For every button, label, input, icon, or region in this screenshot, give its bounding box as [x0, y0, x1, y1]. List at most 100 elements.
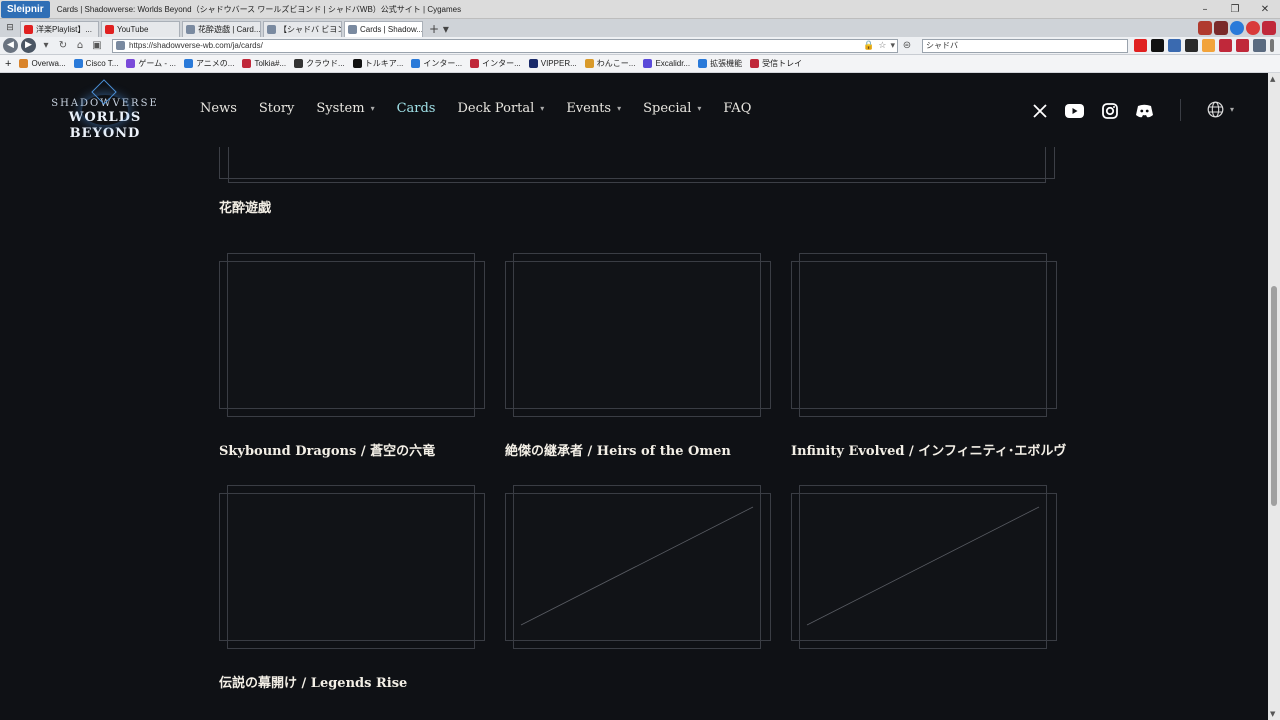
history-dropdown-icon[interactable]: ▾	[39, 40, 53, 51]
bookmark-favicon	[470, 59, 480, 68]
menu-icon[interactable]	[1270, 39, 1274, 52]
chevron-down-icon: ▾	[617, 104, 622, 113]
bookmark-item[interactable]: Excalidr...	[643, 59, 690, 68]
bookmark-favicon	[643, 59, 653, 68]
browser-tab[interactable]: 洋楽Playlist】...	[20, 21, 99, 37]
card-set-label[interactable]: 絶傑の継承者 / Heirs of the Omen	[505, 440, 731, 459]
yahoo-icon[interactable]	[1236, 39, 1249, 52]
bookmark-item[interactable]: Tolkia#...	[242, 59, 286, 68]
bookmark-label: Tolkia#...	[254, 59, 287, 68]
scroll-thumb[interactable]	[1271, 286, 1277, 506]
card-set-label[interactable]: Infinity Evolved / インフィニティ･エボルヴ	[791, 440, 1066, 459]
ext-icon[interactable]	[1219, 39, 1232, 52]
card-set-tile[interactable]	[219, 485, 485, 649]
maximize-button[interactable]: ❐	[1220, 0, 1250, 19]
bookmark-manager-icon[interactable]: ▣	[90, 40, 104, 51]
bookmark-item[interactable]: アニメの...	[183, 58, 234, 69]
card-set-placeholder	[505, 485, 771, 649]
bookmark-item[interactable]: トルキア...	[352, 58, 403, 69]
extension-icon[interactable]	[1198, 21, 1212, 35]
card-set-tile[interactable]	[791, 253, 1057, 417]
site-logo[interactable]: SHADOWVERSE WORLDS BEYOND	[38, 79, 172, 141]
nav-item-cards[interactable]: Cards	[397, 101, 436, 116]
discord-icon[interactable]	[1135, 101, 1154, 120]
bookmark-favicon	[411, 59, 421, 68]
nav-item-system[interactable]: System ▾	[316, 101, 374, 116]
bookmark-favicon	[19, 59, 29, 68]
bookmark-item[interactable]: Cisco T...	[73, 59, 118, 68]
page-viewport: SHADOWVERSE WORLDS BEYOND News Story Syste…	[0, 73, 1268, 720]
card-set-tile[interactable]	[505, 253, 771, 417]
youtube-icon[interactable]	[1065, 101, 1084, 120]
language-selector[interactable]: ▾	[1207, 101, 1234, 118]
bookmark-item[interactable]: 拡張機能	[698, 58, 742, 69]
minimize-button[interactable]: –	[1190, 0, 1220, 19]
ext-icon[interactable]	[1253, 39, 1266, 52]
chevron-down-icon: ▾	[540, 104, 545, 113]
bookmark-item[interactable]: わんこー...	[584, 58, 635, 69]
instagram-icon[interactable]	[1100, 101, 1119, 120]
bookmark-item[interactable]: ゲーム - ...	[126, 58, 176, 69]
tab-label: YouTube	[117, 24, 149, 34]
toolbar-extensions	[1134, 39, 1274, 52]
nav-item-news[interactable]: News	[200, 101, 237, 116]
tab-favicon	[348, 25, 357, 34]
bookmark-favicon	[528, 59, 538, 68]
browser-tab[interactable]: 花酔遊戯 | Card...	[182, 21, 261, 37]
extension-icon[interactable]	[1214, 21, 1228, 35]
forward-button[interactable]: ▶	[21, 38, 36, 53]
placeholder-diagonal	[806, 506, 1040, 626]
page-scrollbar[interactable]: ▲ ▼	[1268, 73, 1280, 720]
browser-tab[interactable]: 【シャドバ ビヨンド】...	[263, 21, 342, 37]
back-button[interactable]: ◀	[3, 38, 18, 53]
new-tab-button[interactable]: + ▾	[425, 21, 453, 37]
ext-icon[interactable]	[1168, 39, 1181, 52]
youtube-ext-icon[interactable]	[1134, 39, 1147, 52]
extension-icon[interactable]	[1230, 21, 1244, 35]
scroll-up-icon[interactable]: ▲	[1270, 75, 1275, 83]
tab-list-icon[interactable]: ⊟	[0, 19, 20, 37]
bookmark-label: インター...	[423, 59, 463, 68]
bookmark-label: Overwa...	[31, 59, 66, 68]
nav-item-events[interactable]: Events ▾	[566, 101, 621, 116]
nav-item-special[interactable]: Special ▾	[643, 101, 701, 116]
extension-icon[interactable]	[1262, 21, 1276, 35]
search-engine-icon[interactable]: ⊜	[900, 40, 914, 51]
browser-tab[interactable]: YouTube	[101, 21, 180, 37]
home-icon[interactable]: ⌂	[73, 40, 87, 51]
amazon-icon[interactable]	[1202, 39, 1215, 52]
card-frame-inner	[227, 485, 475, 649]
bookmark-item[interactable]: インター...	[470, 58, 521, 69]
browser-tab[interactable]: Cards | Shadow...	[344, 21, 423, 37]
reload-icon[interactable]: ↻	[56, 40, 70, 51]
bookmark-label: Excalidr...	[655, 59, 691, 68]
bookmark-item[interactable]: クラウド...	[294, 58, 345, 69]
x-icon[interactable]	[1030, 101, 1049, 120]
nav-item-faq[interactable]: FAQ	[723, 101, 751, 116]
bookmark-item[interactable]: Overwa...	[19, 59, 66, 68]
bookmark-item[interactable]: VIPPER...	[528, 59, 577, 68]
lock-icon[interactable]: 🔒	[863, 40, 874, 51]
address-bar[interactable]: https://shadowverse-wb.com/ja/cards/ 🔒 ☆…	[112, 38, 898, 53]
site-header: SHADOWVERSE WORLDS BEYOND News Story Syste…	[0, 73, 1268, 147]
card-set-tile[interactable]	[219, 253, 485, 417]
url-text: https://shadowverse-wb.com/ja/cards/	[129, 41, 263, 50]
card-set-label[interactable]: Skybound Dragons / 蒼空の六竜	[219, 440, 435, 459]
image-placeholder-icon	[806, 506, 1040, 626]
nav-item-story[interactable]: Story	[259, 101, 295, 116]
card-set-label[interactable]: 伝説の幕開け / Legends Rise	[219, 672, 407, 691]
site-favicon	[116, 41, 125, 50]
nav-item-deck-portal[interactable]: Deck Portal ▾	[457, 101, 544, 116]
search-input[interactable]: シャドバ	[922, 38, 1128, 53]
x-ext-icon[interactable]	[1151, 39, 1164, 52]
bookmark-item[interactable]: インター...	[411, 58, 462, 69]
bookmark-favicon	[698, 59, 708, 68]
close-button[interactable]: ✕	[1250, 0, 1280, 19]
tab-label: 【シャドバ ビヨンド】...	[279, 24, 341, 34]
bookmark-item[interactable]: 受信トレイ	[750, 58, 802, 69]
extension-icon[interactable]	[1246, 21, 1260, 35]
scroll-down-icon[interactable]: ▼	[1270, 710, 1275, 718]
star-icon[interactable]: ☆	[878, 40, 886, 51]
ext-icon[interactable]	[1185, 39, 1198, 52]
dropdown-icon[interactable]: ▾	[890, 40, 895, 51]
